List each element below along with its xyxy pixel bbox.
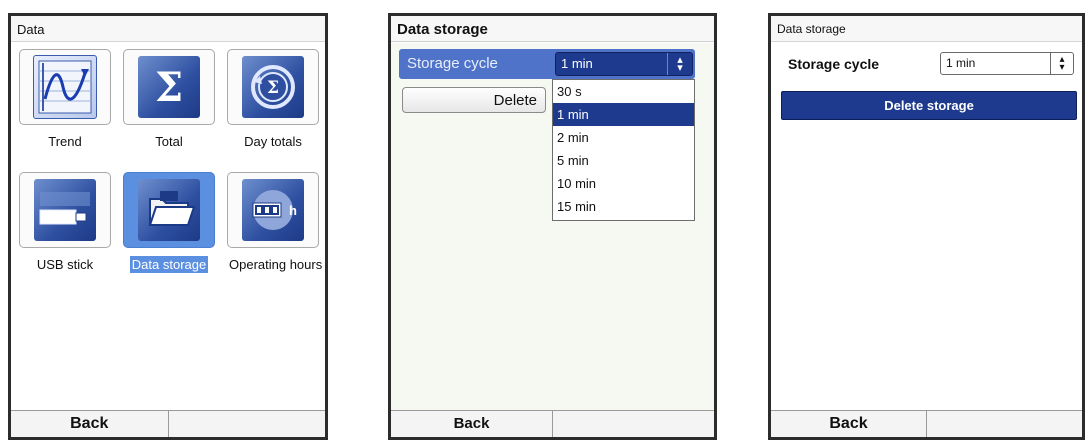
screen-title: Data xyxy=(11,16,325,42)
right-softkey[interactable] xyxy=(553,411,714,437)
option-5min[interactable]: 5 min xyxy=(553,149,694,172)
option-1min[interactable]: 1 min xyxy=(553,103,694,126)
tile-label: Data storage xyxy=(129,256,209,273)
day-totals-icon: Σ xyxy=(242,56,304,118)
sigma-icon: Σ xyxy=(138,56,200,118)
option-30s[interactable]: 30 s xyxy=(553,80,694,103)
data-storage-icon-graphic xyxy=(148,191,196,226)
right-softkey[interactable] xyxy=(169,411,326,437)
storage-cycle-value: 1 min xyxy=(946,56,976,70)
data-storage-dropdown-screen: Data storage Storage cycle 1 min ▴ ▾ Dele… xyxy=(388,13,717,440)
operating-hours-icon: h xyxy=(242,179,304,241)
tile-label: Total xyxy=(155,134,183,149)
screen-title: Data storage xyxy=(391,16,714,42)
updown-arrow-icon[interactable]: ▴ ▾ xyxy=(667,53,692,75)
storage-cycle-options: 30 s 1 min 2 min 5 min 10 min 15 min xyxy=(552,79,695,221)
softkey-bar: Back xyxy=(391,410,714,437)
delete-storage-button[interactable]: Delete storage xyxy=(781,91,1077,120)
tile-total[interactable]: Σ Total xyxy=(123,49,215,151)
trend-icon-graphic xyxy=(38,60,92,114)
tile-operating-hours[interactable]: h Operating hours xyxy=(227,172,322,274)
back-button[interactable]: Back xyxy=(391,411,553,437)
trend-icon xyxy=(33,55,97,119)
tile-data-storage[interactable]: Data storage xyxy=(123,172,215,274)
right-softkey[interactable] xyxy=(927,411,1082,437)
storage-cycle-row[interactable]: Storage cycle 1 min ▴ ▾ xyxy=(780,49,1074,79)
svg-text:h: h xyxy=(289,203,297,218)
tile-label: Day totals xyxy=(244,134,302,149)
usb-stick-icon xyxy=(34,179,96,241)
storage-cycle-row[interactable]: Storage cycle 1 min ▴ ▾ xyxy=(399,49,695,79)
tile-label: Trend xyxy=(48,134,82,149)
tile-trend[interactable]: Trend xyxy=(19,49,111,151)
data-storage-screen: Data storage Storage cycle 1 min ▴ ▾ Dele… xyxy=(768,13,1085,440)
svg-text:Σ: Σ xyxy=(267,78,279,98)
storage-cycle-label: Storage cycle xyxy=(407,55,498,72)
tile-day-totals[interactable]: Σ Day totals xyxy=(227,49,319,151)
data-storage-icon xyxy=(138,179,200,241)
softkey-bar: Back xyxy=(11,410,325,437)
option-2min[interactable]: 2 min xyxy=(553,126,694,149)
storage-cycle-value: 1 min xyxy=(561,56,593,71)
back-button[interactable]: Back xyxy=(771,411,927,437)
updown-arrow-icon[interactable]: ▴ ▾ xyxy=(1050,53,1073,74)
storage-cycle-label: Storage cycle xyxy=(788,56,880,72)
data-menu-screen: Data Trend Σ Total Σ Day totals USB stic… xyxy=(8,13,328,440)
storage-cycle-select[interactable]: 1 min ▴ ▾ xyxy=(555,52,693,76)
softkey-bar: Back xyxy=(771,410,1082,437)
usb-stick-icon-graphic xyxy=(39,192,90,225)
tile-usb-stick[interactable]: USB stick xyxy=(19,172,111,274)
screen-title: Data storage xyxy=(771,16,1082,42)
operating-hours-icon-graphic: h xyxy=(252,190,297,230)
day-totals-icon-graphic: Σ xyxy=(251,65,295,109)
tile-label: Operating hours xyxy=(229,257,323,272)
tile-label: USB stick xyxy=(36,257,94,272)
delete-storage-button[interactable]: Delete xyxy=(402,87,546,113)
back-button[interactable]: Back xyxy=(11,411,169,437)
storage-cycle-select[interactable]: 1 min ▴ ▾ xyxy=(940,52,1074,75)
option-15min[interactable]: 15 min xyxy=(553,195,694,218)
option-10min[interactable]: 10 min xyxy=(553,172,694,195)
